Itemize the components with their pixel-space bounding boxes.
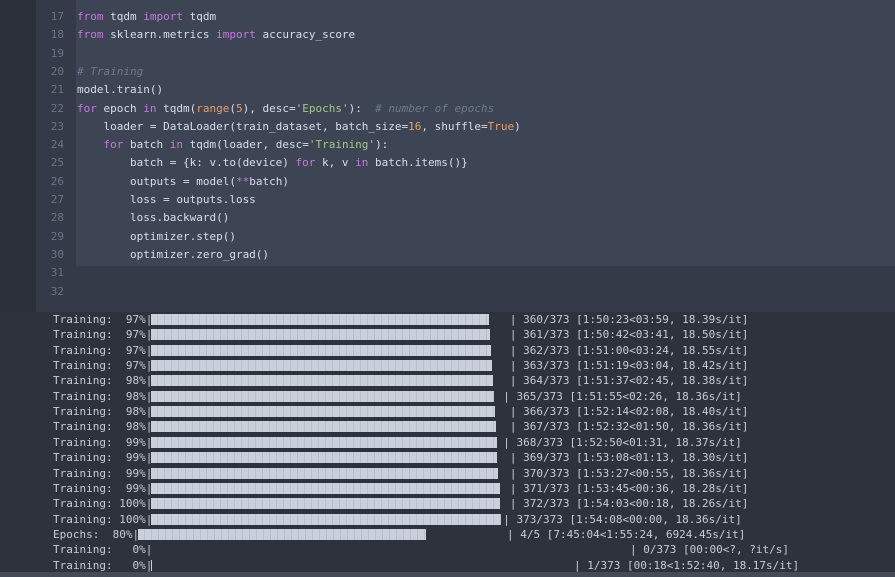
line-number: 18 — [50, 28, 64, 42]
progress-stats: | 0/373 [00:00<?, ?it/s] — [630, 543, 789, 557]
progress-label: Training: 97%| — [53, 328, 153, 342]
progress-bar — [151, 482, 500, 494]
progress-label: Training: 97%| — [53, 313, 153, 326]
code-text: optimizer.zero_grad() — [77, 247, 270, 261]
progress-stats: | 372/373 [1:54:03<00:18, 18.26s/it] — [503, 497, 749, 511]
code-line[interactable]: 19 — [0, 45, 895, 63]
code-line[interactable]: 17 from tqdm import tqdm — [0, 8, 895, 26]
progress-label: Training: 99%| — [53, 481, 153, 495]
code-line[interactable]: 30 optimizer.zero_grad() — [0, 246, 895, 264]
progress-label: Training: 0%| — [53, 543, 153, 557]
progress-stats: | 4/5 [7:45:04<1:55:24, 6924.45s/it] — [507, 527, 746, 541]
progress-bar — [151, 498, 501, 510]
line-number: 24 — [50, 138, 64, 152]
progress-bar — [151, 314, 490, 325]
progress-bar — [151, 467, 499, 479]
progress-stats: | 360/373 [1:50:23<03:59, 18.39s/it] — [503, 313, 749, 326]
progress-stats: | 362/373 [1:51:00<03:24, 18.55s/it] — [503, 343, 749, 357]
code-line[interactable]: 24 for batch in tqdm(loader, desc='Train… — [0, 136, 895, 154]
progress-label: Epochs: 80%| — [53, 527, 140, 541]
code-text: batch = {k: v.to(device) for k, v in bat… — [77, 156, 468, 170]
progress-stats: | 369/373 [1:53:08<01:13, 18.30s/it] — [503, 451, 749, 465]
line-number: 29 — [50, 229, 64, 243]
progress-bar — [151, 375, 493, 387]
progress-bar — [151, 436, 497, 448]
progress-bar — [151, 513, 502, 525]
progress-label: Training: 98%| — [53, 420, 153, 434]
progress-stats: | 1/373 [00:18<1:52:40, 18.17s/it] — [574, 558, 800, 572]
code-text: outputs = model(**batch) — [77, 174, 289, 188]
line-number: 22 — [50, 101, 64, 115]
code-text: loss = outputs.loss — [77, 193, 256, 206]
code-line[interactable]: 21 model.train() — [0, 81, 895, 99]
code-line[interactable]: 23 loader = DataLoader(train_dataset, ba… — [0, 118, 895, 136]
progress-bar — [151, 360, 492, 372]
line-number: 20 — [50, 64, 64, 78]
progress-label: Training: 97%| — [53, 359, 153, 373]
progress-bar — [151, 390, 494, 402]
progress-label: Training: 99%| — [53, 466, 153, 480]
progress-label: Training: 97%| — [53, 343, 153, 357]
line-number: 30 — [50, 247, 64, 261]
code-line[interactable]: 20 # Training — [0, 63, 895, 81]
code-line[interactable]: 22 for epoch in tqdm(range(5), desc='Epoc… — [0, 100, 895, 118]
progress-label: Training: 98%| — [53, 405, 153, 419]
code-text: loss.backward() — [77, 211, 230, 225]
line-number: 21 — [50, 83, 64, 97]
code-line[interactable]: 31 — [0, 264, 895, 282]
code-line[interactable]: 18 from sklearn.metrics import accuracy_s… — [0, 26, 895, 44]
progress-label: Training: 99%| — [53, 451, 153, 465]
line-number: 19 — [50, 46, 64, 60]
line-number: 31 — [50, 266, 64, 280]
progress-label: Training: 0%| — [53, 558, 153, 572]
horizontal-scrollbar[interactable] — [0, 572, 895, 577]
line-number: 25 — [50, 156, 64, 170]
progress-label: Training: 100%| — [53, 497, 153, 511]
progress-stats: | 361/373 [1:50:42<03:41, 18.50s/it] — [503, 328, 749, 342]
progress-bar — [151, 421, 496, 433]
progress-bar — [151, 452, 498, 464]
code-text: from tqdm import tqdm — [77, 10, 217, 23]
code-line[interactable]: 26 outputs = model(**batch) — [0, 173, 895, 191]
line-number: 17 — [50, 10, 64, 23]
code-text: loader = DataLoader(train_dataset, batch… — [77, 119, 521, 133]
code-line[interactable]: 27 loss = outputs.loss — [0, 191, 895, 209]
progress-label: Training: 99%| — [53, 435, 153, 449]
line-number: 23 — [50, 119, 64, 133]
progress-bar — [151, 559, 153, 571]
progress-stats: | 367/373 [1:52:32<01:50, 18.36s/it] — [503, 420, 749, 434]
progress-label: Training: 98%| — [53, 389, 153, 403]
progress-stats: | 364/373 [1:51:37<02:45, 18.38s/it] — [503, 374, 749, 388]
progress-stats: | 365/373 [1:51:55<02:26, 18.36s/it] — [503, 389, 742, 403]
progress-bar — [151, 344, 492, 356]
code-editor[interactable]: 17 from tqdm import tqdm 18 from sklearn.me… — [0, 0, 895, 312]
code-line[interactable]: 29 optimizer.step() — [0, 228, 895, 246]
code-text: # Training — [77, 64, 144, 78]
code-line[interactable]: 28 loss.backward() — [0, 209, 895, 227]
cell-output: Training: 97%| | 360/373 [1:50:23<03:59,… — [0, 312, 895, 577]
progress-stats: | 370/373 [1:53:27<00:55, 18.36s/it] — [503, 466, 749, 480]
progress-stats: | 368/373 [1:52:50<01:31, 18.37s/it] — [503, 435, 742, 449]
progress-label: Training: 100%| — [53, 512, 153, 526]
line-number: 26 — [50, 174, 64, 188]
progress-bar — [151, 406, 495, 418]
progress-stats: | 366/373 [1:52:14<02:08, 18.40s/it] — [503, 405, 749, 419]
code-text: model.train() — [77, 83, 164, 97]
progress-stats: | 363/373 [1:51:19<03:04, 18.42s/it] — [503, 359, 749, 373]
line-number: 28 — [50, 211, 64, 225]
line-number: 27 — [50, 193, 64, 206]
code-line[interactable]: 32 — [0, 283, 895, 301]
progress-bar — [151, 329, 491, 341]
code-text: optimizer.step() — [77, 229, 236, 243]
progress-stats: | 371/373 [1:53:45<00:36, 18.28s/it] — [503, 481, 749, 495]
progress-bar — [138, 528, 427, 540]
code-text: for epoch in tqdm(range(5), desc='Epochs… — [77, 101, 495, 115]
progress-label: Training: 98%| — [53, 374, 153, 388]
progress-stats: | 373/373 [1:54:08<00:00, 18.36s/it] — [503, 512, 742, 526]
code-line[interactable]: 25 batch = {k: v.to(device) for k, v in … — [0, 154, 895, 172]
code-text: from sklearn.metrics import accuracy_sco… — [77, 28, 356, 42]
line-number: 32 — [50, 284, 64, 298]
code-text: for batch in tqdm(loader, desc='Training… — [103, 138, 389, 152]
